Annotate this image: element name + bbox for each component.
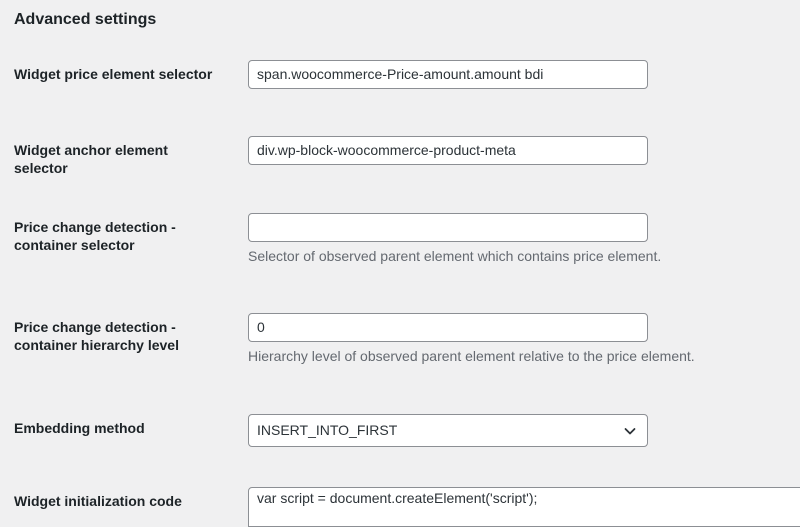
hierarchy-level-description: Hierarchy level of observed parent eleme…: [248, 348, 695, 364]
price-selector-input[interactable]: span.woocommerce-Price-amount.amount bdi: [248, 60, 648, 89]
container-selector-label: Price change detection - container selec…: [14, 219, 176, 253]
embedding-method-select[interactable]: INSERT_INTO_FIRST: [248, 414, 648, 447]
init-code-textarea[interactable]: var script = document.createElement('scr…: [248, 487, 800, 527]
container-selector-input[interactable]: [248, 213, 648, 242]
chevron-down-icon: [624, 428, 636, 435]
anchor-selector-label: Widget anchor element selector: [14, 142, 168, 176]
section-title: Advanced settings: [14, 11, 157, 28]
anchor-selector-input[interactable]: div.wp-block-woocommerce-product-meta: [248, 136, 648, 165]
init-code-label: Widget initialization code: [14, 493, 182, 509]
embedding-method-label: Embedding method: [14, 420, 145, 436]
price-selector-label: Widget price element selector: [14, 66, 213, 82]
container-selector-description: Selector of observed parent element whic…: [248, 248, 662, 264]
hierarchy-level-input[interactable]: 0: [248, 313, 648, 342]
hierarchy-level-label: Price change detection - container hiera…: [14, 319, 179, 353]
embedding-method-value: INSERT_INTO_FIRST: [257, 422, 398, 438]
